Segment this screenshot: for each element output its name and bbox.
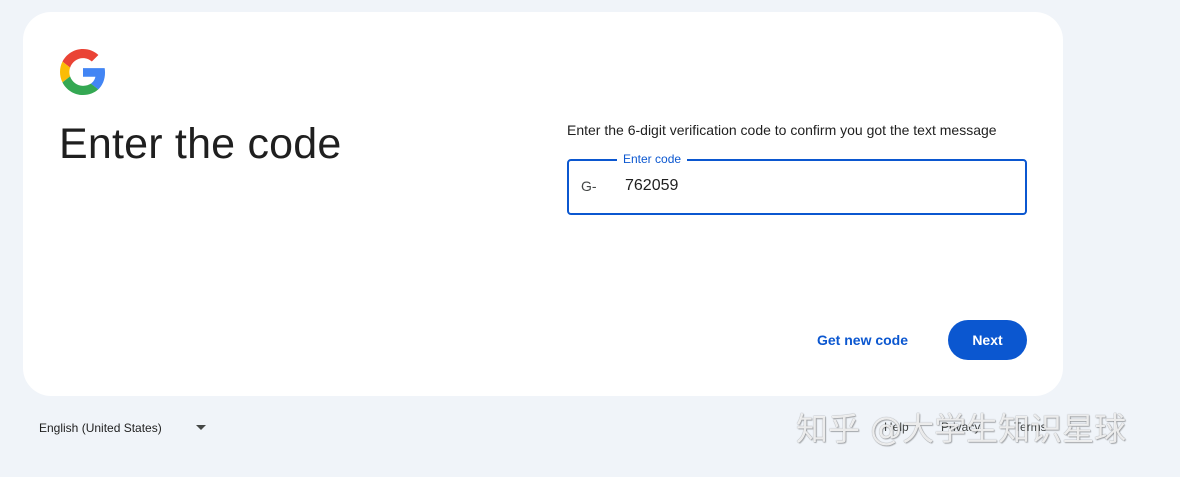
terms-link[interactable]: Terms <box>1014 420 1047 434</box>
chevron-down-icon[interactable] <box>196 425 206 430</box>
google-g-icon <box>60 49 106 95</box>
code-input[interactable] <box>625 174 1005 198</box>
help-link[interactable]: Help <box>884 420 909 434</box>
next-button[interactable]: Next <box>948 320 1027 360</box>
instruction-text: Enter the 6-digit verification code to c… <box>567 122 997 138</box>
sign-in-card: Enter the code Enter the 6-digit verific… <box>23 12 1063 396</box>
page-title: Enter the code <box>59 120 342 168</box>
privacy-link[interactable]: Privacy <box>941 420 980 434</box>
code-field[interactable]: Enter code G- <box>567 152 1027 215</box>
code-prefix: G- <box>581 178 597 194</box>
code-field-label: Enter code <box>617 152 688 166</box>
language-label: English (United States) <box>39 421 162 435</box>
language-selector[interactable]: English (United States) <box>31 410 170 446</box>
footer: English (United States) Help Privacy Ter… <box>0 410 1180 446</box>
get-new-code-button[interactable]: Get new code <box>803 321 922 359</box>
